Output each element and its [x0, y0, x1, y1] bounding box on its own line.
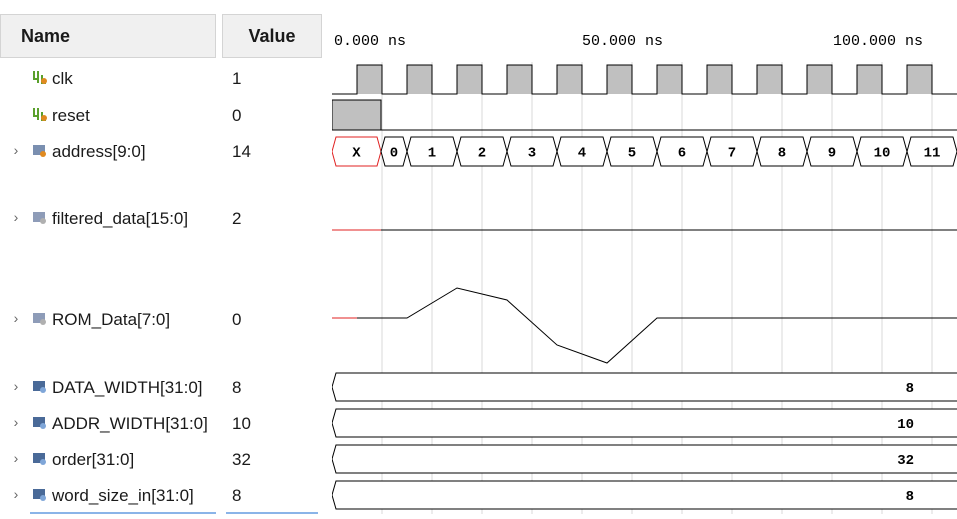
- parameter-bus: [331, 444, 957, 474]
- analog-signal-icon: [32, 310, 48, 328]
- address-segment-label: 6: [678, 146, 686, 162]
- clk-high-fill: [907, 65, 932, 94]
- name-column-header[interactable]: Name: [0, 14, 216, 58]
- address-segment-label: 4: [578, 146, 586, 162]
- address-segment-label: 11: [924, 146, 941, 162]
- signal-value: 0: [232, 106, 242, 125]
- clk-high-fill: [707, 65, 732, 94]
- clk-high-fill: [807, 65, 832, 94]
- parameter-value: 32: [897, 453, 914, 469]
- analog-signal-icon: [32, 209, 48, 227]
- signal-name: clk: [52, 69, 73, 88]
- signal-value: 14: [232, 142, 251, 161]
- parameter-bus: [331, 408, 957, 438]
- signal-name: address[9:0]: [52, 142, 146, 161]
- chevron-right-icon[interactable]: ›: [10, 310, 22, 326]
- clk-high-fill: [407, 65, 432, 94]
- rom-data-wave: [357, 287, 957, 364]
- bit-signal-icon: [32, 69, 48, 87]
- signal-row-order[interactable]: › order[31:0] 32: [0, 449, 330, 473]
- parameter-value: 10: [897, 417, 914, 433]
- parameter-value: 8: [906, 381, 914, 397]
- signal-row-address[interactable]: › address[9:0] 14: [0, 141, 330, 165]
- parameter-bus: [331, 480, 957, 510]
- chevron-right-icon[interactable]: ›: [10, 486, 22, 502]
- parameter-bus: [331, 372, 957, 402]
- signal-name: reset: [52, 106, 90, 125]
- clk-high-fill: [857, 65, 882, 94]
- timeline-label-0: 0.000 ns: [334, 33, 406, 50]
- signal-row-data-width[interactable]: › DATA_WIDTH[31:0] 8: [0, 377, 330, 401]
- address-segment-label: 5: [628, 146, 636, 162]
- signal-name: ADDR_WIDTH[31:0]: [52, 414, 208, 433]
- address-segment-label: 0: [390, 146, 398, 162]
- signal-value: 8: [232, 378, 242, 397]
- bus-signal-icon: [32, 142, 48, 160]
- signal-value: 32: [232, 450, 251, 469]
- signal-value: 10: [232, 414, 251, 433]
- chevron-right-icon[interactable]: ›: [10, 450, 22, 466]
- chevron-right-icon[interactable]: ›: [10, 142, 22, 158]
- signal-name: filtered_data[15:0]: [52, 209, 189, 228]
- signal-row-reset[interactable]: reset 0: [0, 105, 330, 129]
- timeline-label-50: 50.000 ns: [582, 33, 663, 50]
- address-segment-label: 10: [874, 146, 891, 162]
- signal-row-rom-data[interactable]: › ROM_Data[7:0] 0: [0, 309, 330, 333]
- parameter-value: 8: [906, 489, 914, 505]
- signal-name: order[31:0]: [52, 450, 135, 469]
- parameter-icon: [32, 486, 48, 504]
- address-segment-label: 8: [778, 146, 786, 162]
- signal-name: DATA_WIDTH[31:0]: [52, 378, 203, 397]
- value-column-header[interactable]: Value: [222, 14, 322, 58]
- clk-high-fill: [557, 65, 582, 94]
- clk-high-fill: [607, 65, 632, 94]
- waveform-panel[interactable]: 0.000 ns 50.000 ns 100.000 ns X 0 1 2 3 4 5 6 7 8…: [331, 0, 957, 514]
- address-segment-label: X: [352, 146, 361, 162]
- signal-name: ROM_Data[7:0]: [52, 310, 171, 329]
- chevron-right-icon[interactable]: ›: [10, 414, 22, 430]
- signal-row-filtered-data[interactable]: › filtered_data[15:0] 2: [0, 208, 330, 232]
- address-segment-label: 2: [478, 146, 486, 162]
- parameter-icon: [32, 378, 48, 396]
- clk-high-fill: [657, 65, 682, 94]
- clk-high-fill: [757, 65, 782, 94]
- parameter-icon: [32, 414, 48, 432]
- reset-high: [331, 99, 382, 131]
- signal-row-clk[interactable]: clk 1: [0, 68, 330, 92]
- bit-signal-icon: [32, 106, 48, 124]
- signal-value: 8: [232, 486, 242, 505]
- signal-row-word-size-in[interactable]: › word_size_in[31:0] 8: [0, 485, 330, 509]
- signal-row-addr-width[interactable]: › ADDR_WIDTH[31:0] 10: [0, 413, 330, 437]
- signal-value: 0: [232, 310, 242, 329]
- address-segment-label: 3: [528, 146, 536, 162]
- signal-value: 1: [232, 69, 242, 88]
- timeline-label-100: 100.000 ns: [833, 33, 923, 50]
- clk-high-fill: [457, 65, 482, 94]
- clk-high-fill: [507, 65, 532, 94]
- signal-name: word_size_in[31:0]: [52, 486, 194, 505]
- address-segment-label: 1: [428, 146, 436, 162]
- clk-high-fill: [357, 65, 382, 94]
- signal-value: 2: [232, 209, 242, 228]
- waveform-canvas[interactable]: 0.000 ns 50.000 ns 100.000 ns X 0 1 2 3 4 5 6 7 8…: [331, 0, 957, 514]
- address-segment-label: 7: [728, 146, 736, 162]
- chevron-right-icon[interactable]: ›: [10, 378, 22, 394]
- address-segment-label: 9: [828, 146, 836, 162]
- parameter-icon: [32, 450, 48, 468]
- chevron-right-icon[interactable]: ›: [10, 209, 22, 225]
